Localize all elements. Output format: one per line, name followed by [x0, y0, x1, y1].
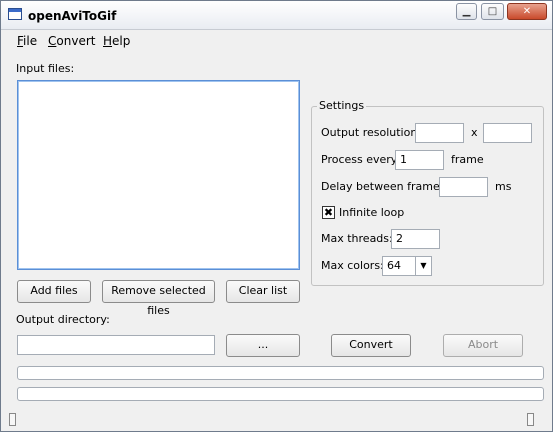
- menu-convert-label: onvert: [56, 34, 96, 48]
- max-colors-label: Max colors:: [321, 259, 384, 272]
- main-window: openAviToGif ▁ □ ✕ File Convert Help Inp…: [0, 0, 553, 432]
- settings-group-title: Settings: [317, 99, 367, 112]
- max-colors-select[interactable]: 64 ▼: [382, 256, 432, 276]
- delay-field[interactable]: [439, 177, 488, 197]
- convert-button[interactable]: Convert: [331, 334, 411, 357]
- status-left-grip: [9, 413, 16, 426]
- browse-button[interactable]: ...: [226, 334, 300, 357]
- max-threads-label: Max threads:: [321, 232, 393, 245]
- progress-bar-2: [17, 387, 544, 401]
- menu-convert[interactable]: Convert: [48, 34, 95, 48]
- remove-selected-files-button[interactable]: Remove selected files: [102, 280, 215, 317]
- menu-bar: File Convert Help: [1, 29, 552, 52]
- menu-help-label: elp: [112, 34, 131, 48]
- input-files-label: Input files:: [16, 62, 75, 75]
- resolution-height-field[interactable]: [483, 123, 532, 143]
- menu-file[interactable]: File: [17, 34, 37, 48]
- menu-file-label: ile: [23, 34, 38, 48]
- max-threads-field[interactable]: 2: [391, 229, 440, 249]
- title-bar[interactable]: openAviToGif ▁ □ ✕: [1, 1, 552, 29]
- resolution-separator: x: [471, 126, 478, 139]
- resolution-width-field[interactable]: [415, 123, 464, 143]
- process-every-label: Process every: [321, 153, 398, 166]
- menu-help-mnemonic: H: [103, 34, 113, 48]
- input-files-list[interactable]: [17, 80, 300, 270]
- max-colors-value: 64: [387, 259, 401, 272]
- maximize-icon[interactable]: □: [481, 3, 504, 20]
- output-directory-label: Output directory:: [16, 313, 110, 326]
- abort-button[interactable]: Abort: [443, 334, 523, 357]
- process-every-unit: frame: [451, 153, 484, 166]
- clear-list-button[interactable]: Clear list: [226, 280, 300, 303]
- app-icon: [8, 8, 22, 20]
- progress-bar-1: [17, 366, 544, 380]
- infinite-loop-checkbox[interactable]: ✖: [322, 206, 335, 219]
- delay-label: Delay between frames:: [321, 180, 450, 193]
- window-title: openAviToGif: [28, 9, 117, 23]
- menu-help[interactable]: Help: [103, 34, 130, 48]
- delay-unit: ms: [495, 180, 512, 193]
- chevron-down-icon[interactable]: ▼: [415, 257, 431, 275]
- minimize-icon[interactable]: ▁: [456, 3, 477, 20]
- output-directory-field[interactable]: [17, 335, 215, 355]
- close-icon[interactable]: ✕: [507, 3, 547, 20]
- status-right-grip: [527, 413, 534, 426]
- process-every-field[interactable]: 1: [395, 150, 444, 170]
- output-resolution-label: Output resolution:: [321, 126, 422, 139]
- infinite-loop-label: Infinite loop: [339, 206, 405, 219]
- add-files-button[interactable]: Add files: [17, 280, 91, 303]
